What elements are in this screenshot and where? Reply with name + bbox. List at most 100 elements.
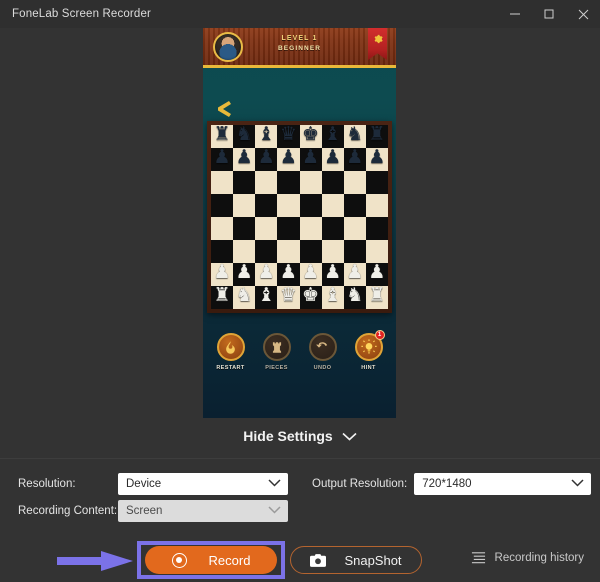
board-square[interactable] (255, 194, 278, 217)
board-square[interactable]: ♞ (343, 286, 366, 309)
recording-content-select[interactable]: Screen (118, 500, 288, 522)
board-square[interactable] (277, 171, 300, 194)
board-square[interactable]: ♟ (211, 148, 234, 171)
game-action-hint[interactable]: 1 HINT (352, 330, 386, 371)
chess-piece: ♟ (302, 147, 320, 168)
board-square[interactable] (343, 217, 366, 240)
board-square[interactable] (277, 240, 300, 263)
minimize-button[interactable] (498, 0, 532, 28)
board-square[interactable] (277, 194, 300, 217)
board-square[interactable]: ♟ (255, 148, 278, 171)
board-square[interactable]: ♟ (321, 263, 344, 286)
board-square[interactable]: ♟ (211, 263, 234, 286)
game-action-restart[interactable]: RESTART (214, 333, 248, 371)
chess-piece: ♞ (235, 285, 253, 306)
board-square[interactable] (365, 240, 388, 263)
snapshot-button[interactable]: SnapShot (290, 546, 422, 574)
hide-settings-label: Hide Settings (243, 428, 333, 444)
chevron-down-icon (571, 478, 584, 490)
board-square[interactable] (255, 240, 278, 263)
board-square[interactable] (299, 171, 322, 194)
board-square[interactable]: ♝ (321, 125, 344, 148)
board-square[interactable] (277, 217, 300, 240)
board-square[interactable] (255, 217, 278, 240)
chess-piece: ♚ (302, 285, 320, 306)
hide-settings-toggle[interactable]: Hide Settings (0, 428, 600, 444)
board-square[interactable] (211, 217, 234, 240)
board-square[interactable] (255, 171, 278, 194)
board-square[interactable]: ♞ (343, 125, 366, 148)
board-square[interactable] (343, 240, 366, 263)
board-square[interactable] (365, 194, 388, 217)
resolution-select[interactable]: Device (118, 473, 288, 495)
board-square[interactable]: ♞ (233, 285, 256, 309)
board-square[interactable] (343, 171, 366, 194)
resolution-value: Device (126, 478, 162, 490)
board-square[interactable]: ♟ (255, 263, 278, 286)
board-square[interactable]: ♟ (365, 263, 388, 286)
board-square[interactable]: ♞ (233, 125, 256, 148)
chess-board[interactable]: ♜ ♞ ♝ ♛ ♚ ♝ ♞ ♜ ♟ ♟ ♟ ♟ ♟ ♟ ♟ ♟ ♟ ♟ ♟ ♟ ♟ ♟ ♟ ♟ ♜ ♞ ♝ ♛ ♚ ♝ ♞ ♜ (211, 125, 388, 309)
board-square[interactable] (321, 217, 344, 240)
board-square[interactable]: ♜ (211, 125, 234, 148)
board-square[interactable] (299, 217, 322, 240)
board-square[interactable] (233, 171, 256, 194)
board-square[interactable] (321, 171, 344, 194)
board-square[interactable] (233, 217, 256, 240)
chevron-down-icon (342, 432, 357, 441)
board-square[interactable]: ♜ (365, 286, 388, 309)
section-divider (0, 458, 600, 459)
game-action-pieces[interactable]: PIECES (260, 333, 294, 371)
board-square[interactable] (365, 217, 388, 240)
board-square[interactable]: ♝ (255, 125, 278, 148)
board-square[interactable] (299, 194, 322, 217)
phone-screen-preview[interactable]: LEVEL 1 BEGINNER ♜ ♞ ♝ ♛ ♚ ♝ ♞ ♜ ♟ ♟ ♟ ♟ ♟ ♟ ♟ ♟ ♟ ♟ ♟ ♟ ♟ ♟ ♟… (203, 28, 396, 418)
record-dot-icon (171, 552, 187, 568)
output-resolution-select[interactable]: 720*1480 (414, 473, 592, 495)
board-square[interactable] (211, 171, 234, 194)
game-action-buttons: RESTART PIECES UNDO 1 HINT (203, 330, 396, 371)
game-settings-ribbon[interactable] (368, 28, 387, 60)
board-square[interactable]: ♟ (299, 262, 322, 286)
game-action-undo[interactable]: UNDO (306, 333, 340, 371)
board-square[interactable]: ♛ (277, 286, 300, 309)
chess-piece: ♟ (302, 262, 320, 283)
board-square[interactable]: ♜ (211, 286, 234, 309)
close-button[interactable] (566, 0, 600, 28)
record-button[interactable]: Record (145, 546, 277, 574)
board-square[interactable]: ♟ (233, 263, 256, 286)
board-square[interactable]: ♜ (365, 125, 388, 148)
board-square[interactable]: ♝ (255, 286, 278, 309)
board-square[interactable]: ♟ (321, 148, 344, 171)
chess-piece: ♟ (279, 147, 297, 168)
board-square[interactable]: ♟ (277, 147, 300, 171)
recording-content-row: Recording Content: Screen (18, 500, 288, 522)
board-square[interactable]: ♛ (277, 125, 300, 148)
board-square[interactable]: ♟ (343, 263, 366, 286)
board-square[interactable]: ♚ (299, 125, 322, 148)
chess-piece: ♟ (235, 147, 253, 168)
board-square[interactable] (211, 194, 234, 217)
board-square[interactable] (211, 240, 234, 263)
maximize-button[interactable] (532, 0, 566, 28)
board-square[interactable]: ♚ (299, 285, 322, 309)
game-action-label: PIECES (265, 365, 288, 371)
board-square[interactable]: ♟ (365, 148, 388, 171)
chevron-down-icon (268, 478, 281, 490)
board-square[interactable] (343, 194, 366, 217)
board-square[interactable] (233, 240, 256, 263)
board-square[interactable] (321, 194, 344, 217)
board-square[interactable] (365, 171, 388, 194)
app-window: FoneLab Screen Recorder LEVEL 1 BEGINNER (0, 0, 600, 582)
output-resolution-label: Output Resolution: (312, 478, 408, 490)
board-square[interactable]: ♟ (277, 263, 300, 286)
board-square[interactable]: ♝ (321, 286, 344, 309)
board-square[interactable] (233, 194, 256, 217)
board-square[interactable] (321, 240, 344, 263)
board-square[interactable] (299, 240, 322, 263)
board-square[interactable]: ♟ (233, 147, 256, 171)
recording-history-button[interactable]: Recording history (471, 551, 584, 565)
back-button[interactable] (216, 100, 232, 118)
board-square[interactable]: ♟ (299, 147, 322, 171)
board-square[interactable]: ♟ (343, 148, 366, 171)
